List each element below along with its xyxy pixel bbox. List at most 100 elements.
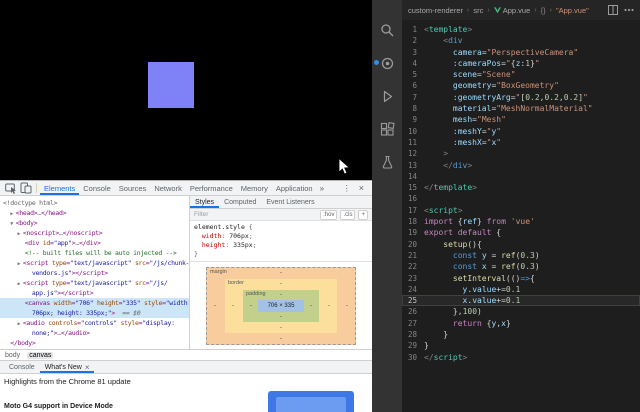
crumb-canvas[interactable]: canvas xyxy=(27,351,54,359)
device-toolbar-icon[interactable] xyxy=(18,182,33,195)
tab-performance[interactable]: Performance xyxy=(186,181,237,195)
tab-overflow-chevron[interactable]: » xyxy=(317,184,327,193)
code-line-27[interactable]: 27 return {y,x} xyxy=(402,318,640,329)
padding-bottom-value[interactable]: - xyxy=(280,314,282,320)
code-line-26[interactable]: 26 },100) xyxy=(402,306,640,317)
breadcrumb-item[interactable]: {} xyxy=(541,6,546,15)
dom-node-line[interactable]: ▶ <script type="text/javascript" src="/j… xyxy=(0,278,189,288)
devtools-menu-icon[interactable]: ⋮ xyxy=(340,184,354,193)
run-icon[interactable] xyxy=(379,88,395,104)
dom-node-line[interactable]: <canvas width="706" height="335" style="… xyxy=(0,298,189,308)
code-line-20[interactable]: 20 setup(){ xyxy=(402,239,640,250)
code-line-21[interactable]: 21 const y = ref(0.3) xyxy=(402,250,640,261)
breadcrumb-item[interactable]: custom-renderer xyxy=(408,6,463,15)
dom-node-line[interactable]: ▼ <body> xyxy=(0,218,189,228)
code-line-28[interactable]: 28 } xyxy=(402,329,640,340)
devtools-close-button[interactable]: × xyxy=(354,183,369,193)
border-bottom-value[interactable]: - xyxy=(280,325,282,331)
code-line-18[interactable]: 18 import {ref} from 'vue' xyxy=(402,216,640,227)
code-line-30[interactable]: 30 </script> xyxy=(402,352,640,363)
code-line-22[interactable]: 22 const x = ref(0.3) xyxy=(402,261,640,272)
breadcrumb-item[interactable]: src xyxy=(473,6,483,15)
tab-elements[interactable]: Elements xyxy=(40,181,79,195)
tab-sources[interactable]: Sources xyxy=(115,181,151,195)
dom-node-line[interactable]: ▶ <head>…</head> xyxy=(0,208,189,218)
code-line-3[interactable]: 3 camera="PerspectiveCamera" xyxy=(402,47,640,58)
code-line-24[interactable]: 24 y.value+=0.1 xyxy=(402,284,640,295)
box-model-border[interactable]: border - - - - padding - - - - 706 × 335 xyxy=(225,278,337,333)
dom-node-line[interactable]: <!doctype html> xyxy=(0,198,189,208)
whats-new-item-title[interactable]: Moto G4 support in Device Mode xyxy=(4,403,113,410)
margin-top-value[interactable]: - xyxy=(280,270,282,276)
inspect-icon[interactable] xyxy=(3,182,18,195)
crumb-body[interactable]: body xyxy=(5,352,20,359)
margin-bottom-value[interactable]: - xyxy=(280,336,282,342)
box-model-margin[interactable]: margin - - - - border - - - - padding - … xyxy=(206,266,356,345)
more-actions-icon[interactable] xyxy=(624,8,634,12)
padding-right-value[interactable]: - xyxy=(310,303,312,309)
dom-node-line[interactable]: 706px; height: 335px;"> == $0 xyxy=(0,308,189,318)
dom-node-line[interactable]: ▶ <script type="text/javascript" src="/j… xyxy=(0,258,189,268)
code-line-19[interactable]: 19 export default { xyxy=(402,227,640,238)
tab-memory[interactable]: Memory xyxy=(237,181,272,195)
border-right-value[interactable]: - xyxy=(328,303,330,309)
dom-node-line[interactable]: <!-- built files will be auto injected -… xyxy=(0,248,189,258)
code-line-13[interactable]: 13 </div> xyxy=(402,160,640,171)
dom-node-line[interactable]: none;">…</audio> xyxy=(0,328,189,338)
code-line-4[interactable]: 4 :cameraPos="{z:1}" xyxy=(402,58,640,69)
code-line-1[interactable]: 1 <template> xyxy=(402,24,640,35)
code-line-5[interactable]: 5 scene="Scene" xyxy=(402,69,640,80)
code-line-16[interactable]: 16 xyxy=(402,193,640,204)
rendered-page-canvas[interactable] xyxy=(0,0,372,180)
code-line-10[interactable]: 10 :meshY="y" xyxy=(402,126,640,137)
code-line-15[interactable]: 15 </template> xyxy=(402,182,640,193)
code-line-9[interactable]: 9 mesh="Mesh" xyxy=(402,114,640,125)
code-line-12[interactable]: 12 > xyxy=(402,148,640,159)
code-line-17[interactable]: 17 <script> xyxy=(402,205,640,216)
tab-event-listeners[interactable]: Event Listeners xyxy=(261,196,319,208)
toggle-class-button[interactable]: .cls xyxy=(340,209,356,220)
beaker-icon[interactable] xyxy=(379,154,395,170)
tab-console[interactable]: Console xyxy=(79,181,115,195)
style-rule-line[interactable]: width: 706px; xyxy=(194,232,368,241)
whats-new-thumbnail[interactable] xyxy=(268,391,354,412)
code-line-14[interactable]: 14 xyxy=(402,171,640,182)
tab-network[interactable]: Network xyxy=(150,181,186,195)
dom-node-line[interactable]: </body> xyxy=(0,338,189,348)
search-icon[interactable] xyxy=(379,22,395,38)
split-editor-icon[interactable] xyxy=(608,5,618,15)
code-line-23[interactable]: 23 setInterval(()=>{ xyxy=(402,273,640,284)
code-line-11[interactable]: 11 :meshX="x" xyxy=(402,137,640,148)
close-tab-icon[interactable]: × xyxy=(85,363,90,372)
dom-node-line[interactable]: app.js"></script> xyxy=(0,288,189,298)
extensions-icon[interactable] xyxy=(379,121,395,137)
code-line-25[interactable]: 25 x.value+=0.1 xyxy=(402,295,640,307)
box-model-padding[interactable]: padding - - - - 706 × 335 xyxy=(243,289,319,322)
dom-node-line[interactable]: ▶ <audio controls="controls" style="disp… xyxy=(0,318,189,328)
padding-left-value[interactable]: - xyxy=(250,303,252,309)
border-left-value[interactable]: - xyxy=(232,303,234,309)
border-top-value[interactable]: - xyxy=(280,281,282,287)
box-model-content[interactable]: 706 × 335 xyxy=(258,299,304,312)
dom-node-line[interactable]: ▶ <noscript>…</noscript> xyxy=(0,228,189,238)
margin-right-value[interactable]: - xyxy=(346,303,348,309)
code-line-7[interactable]: 7 :geometryArg="[0.2,0.2,0.2]" xyxy=(402,92,640,103)
dom-node-line[interactable]: <div id="app">…</div> xyxy=(0,238,189,248)
code-line-8[interactable]: 8 material="MeshNormalMaterial" xyxy=(402,103,640,114)
breadcrumb-item[interactable]: "App.vue" xyxy=(556,6,589,15)
code-line-2[interactable]: 2 <div xyxy=(402,35,640,46)
style-rule-line[interactable]: } xyxy=(194,250,368,259)
margin-left-value[interactable]: - xyxy=(214,303,216,309)
tab-styles[interactable]: Styles xyxy=(190,196,219,208)
tab-computed[interactable]: Computed xyxy=(219,196,261,208)
style-rule-line[interactable]: element.style { xyxy=(194,223,368,232)
style-rule-line[interactable]: height: 335px; xyxy=(194,241,368,250)
new-style-rule-button[interactable]: + xyxy=(358,209,368,220)
breadcrumb-item[interactable]: App.vue xyxy=(493,6,530,15)
dom-node-line[interactable]: vendors.js"></script> xyxy=(0,268,189,278)
target-icon[interactable] xyxy=(374,55,395,71)
tab-what-s-new[interactable]: What's New × xyxy=(40,361,95,373)
code-line-29[interactable]: 29} xyxy=(402,340,640,351)
tab-console[interactable]: Console xyxy=(4,361,40,373)
code-line-6[interactable]: 6 geometry="BoxGeometry" xyxy=(402,80,640,91)
